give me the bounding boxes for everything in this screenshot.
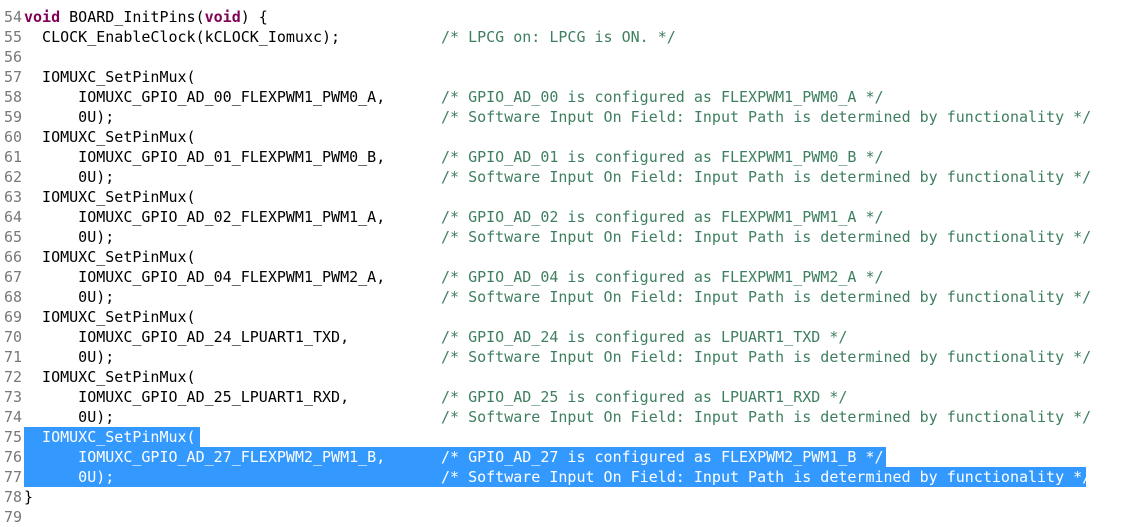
code-comment: /* Software Input On Field: Input Path i…	[441, 408, 1092, 426]
code-comment: /* GPIO_AD_00 is configured as FLEXPWM1_…	[441, 88, 884, 106]
line-number: 76	[3, 448, 22, 466]
code-text: CLOCK_EnableClock(kCLOCK_Iomuxc);	[24, 28, 341, 46]
code-line[interactable]: 68 0U); /* Software Input On Field: Input…	[0, 287, 1137, 307]
code-text: IOMUXC_GPIO_AD_00_FLEXPWM1_PWM0_A,	[24, 88, 386, 106]
code-text: 0U);	[24, 168, 115, 186]
line-number: 69	[3, 308, 22, 326]
line-number: 58	[3, 88, 22, 106]
code-line[interactable]: 78}	[0, 487, 1137, 507]
code-text: IOMUXC_SetPinMux(	[24, 128, 196, 146]
code-line[interactable]: 70 IOMUXC_GPIO_AD_24_LPUART1_TXD, /* GPIO…	[0, 327, 1137, 347]
code-comment: /* Software Input On Field: Input Path i…	[441, 108, 1092, 126]
code-line[interactable]: 72 IOMUXC_SetPinMux(	[0, 367, 1137, 387]
code-comment: /* GPIO_AD_02 is configured as FLEXPWM1_…	[441, 208, 884, 226]
code-text: IOMUXC_SetPinMux(	[24, 368, 196, 386]
code-line[interactable]: 54 void BOARD_InitPins(void) {	[0, 7, 1137, 27]
code-line[interactable]: 60 IOMUXC_SetPinMux(	[0, 127, 1137, 147]
line-number: 65	[3, 228, 22, 246]
code-text: IOMUXC_SetPinMux(	[24, 428, 196, 446]
line-number: 77	[3, 468, 22, 486]
code-comment: /* GPIO_AD_24 is configured as LPUART1_T…	[441, 328, 848, 346]
code-editor[interactable]: 54 void BOARD_InitPins(void) {55 CLOCK_En…	[0, 7, 1137, 527]
code-comment: /* Software Input On Field: Input Path i…	[441, 168, 1092, 186]
line-number: 55	[3, 28, 22, 46]
code-text: }	[24, 488, 34, 506]
code-line[interactable]: 59 0U); /* Software Input On Field: Input…	[0, 107, 1137, 127]
keyword: void	[24, 8, 61, 26]
line-number: 66	[3, 248, 22, 266]
keyword: void	[204, 8, 241, 26]
code-text: IOMUXC_GPIO_AD_25_LPUART1_RXD,	[24, 388, 350, 406]
line-number: 62	[3, 168, 22, 186]
code-text: IOMUXC_GPIO_AD_24_LPUART1_TXD,	[24, 328, 350, 346]
code-comment: /* GPIO_AD_25 is configured as LPUART1_R…	[441, 388, 848, 406]
code-line[interactable]: 55 CLOCK_EnableClock(kCLOCK_Iomuxc); /* L…	[0, 27, 1137, 47]
code-line[interactable]: 57 IOMUXC_SetPinMux(	[0, 67, 1137, 87]
line-number: 78	[3, 488, 22, 506]
code-text: 0U);	[24, 408, 115, 426]
code-line[interactable]: 69 IOMUXC_SetPinMux(	[0, 307, 1137, 327]
code-line[interactable]: 61 IOMUXC_GPIO_AD_01_FLEXPWM1_PWM0_B, /* …	[0, 147, 1137, 167]
code-text: IOMUXC_SetPinMux(	[24, 248, 196, 266]
code-text: 0U);	[24, 348, 115, 366]
line-number: 75	[3, 428, 22, 446]
line-number: 59	[3, 108, 22, 126]
code-comment: /* Software Input On Field: Input Path i…	[441, 468, 1092, 486]
line-number: 61	[3, 148, 22, 166]
line-number: 60	[3, 128, 22, 146]
code-text: 0U);	[24, 108, 115, 126]
code-comment: /* GPIO_AD_01 is configured as FLEXPWM1_…	[441, 148, 884, 166]
line-number: 67	[3, 268, 22, 286]
code-line[interactable]: 76 IOMUXC_GPIO_AD_27_FLEXPWM2_PWM1_B, /* …	[0, 447, 1137, 467]
line-number: 64	[3, 208, 22, 226]
code-line[interactable]: 77 0U); /* Software Input On Field: Input…	[0, 467, 1137, 487]
line-number: 56	[3, 48, 22, 66]
code-text: IOMUXC_GPIO_AD_04_FLEXPWM1_PWM2_A,	[24, 268, 386, 286]
code-comment: /* Software Input On Field: Input Path i…	[441, 288, 1092, 306]
code-line[interactable]: 62 0U); /* Software Input On Field: Input…	[0, 167, 1137, 187]
code-text: IOMUXC_SetPinMux(	[24, 308, 196, 326]
code-text: IOMUXC_GPIO_AD_02_FLEXPWM1_PWM1_A,	[24, 208, 386, 226]
line-number: 68	[3, 288, 22, 306]
code-comment: /* GPIO_AD_04 is configured as FLEXPWM1_…	[441, 268, 884, 286]
code-line[interactable]: 58 IOMUXC_GPIO_AD_00_FLEXPWM1_PWM0_A, /* …	[0, 87, 1137, 107]
code-line[interactable]: 74 0U); /* Software Input On Field: Input…	[0, 407, 1137, 427]
code-line[interactable]: 65 0U); /* Software Input On Field: Input…	[0, 227, 1137, 247]
code-line[interactable]: 73 IOMUXC_GPIO_AD_25_LPUART1_RXD, /* GPIO…	[0, 387, 1137, 407]
code-line[interactable]: 67 IOMUXC_GPIO_AD_04_FLEXPWM1_PWM2_A, /* …	[0, 267, 1137, 287]
code-comment: /* Software Input On Field: Input Path i…	[441, 348, 1092, 366]
code-text: IOMUXC_SetPinMux(	[24, 68, 196, 86]
code-text: 0U);	[24, 228, 115, 246]
code-text: 0U);	[24, 288, 115, 306]
code-fragment: BOARD_InitPins(	[60, 8, 205, 26]
code-line[interactable]: 66 IOMUXC_SetPinMux(	[0, 247, 1137, 267]
line-number: 54	[3, 8, 22, 26]
line-number: 71	[3, 348, 22, 366]
code-text: IOMUXC_SetPinMux(	[24, 188, 196, 206]
code-line[interactable]: 56	[0, 47, 1137, 67]
code-comment: /* Software Input On Field: Input Path i…	[441, 228, 1092, 246]
code-line[interactable]: 64 IOMUXC_GPIO_AD_02_FLEXPWM1_PWM1_A, /* …	[0, 207, 1137, 227]
code-fragment: ) {	[240, 8, 268, 26]
line-number: 70	[3, 328, 22, 346]
code-comment: /* GPIO_AD_27 is configured as FLEXPWM2_…	[441, 448, 884, 466]
code-line[interactable]: 63 IOMUXC_SetPinMux(	[0, 187, 1137, 207]
line-number: 63	[3, 188, 22, 206]
code-text: IOMUXC_GPIO_AD_27_FLEXPWM2_PWM1_B,	[24, 448, 386, 466]
code-text: IOMUXC_GPIO_AD_01_FLEXPWM1_PWM0_B,	[24, 148, 386, 166]
code-text: void BOARD_InitPins(void) {	[24, 7, 268, 27]
line-number: 72	[3, 368, 22, 386]
line-number: 57	[3, 68, 22, 86]
code-line[interactable]: 79	[0, 507, 1137, 527]
line-number: 74	[3, 408, 22, 426]
line-number: 79	[3, 508, 22, 526]
code-text: 0U);	[24, 468, 115, 486]
code-line[interactable]: 71 0U); /* Software Input On Field: Input…	[0, 347, 1137, 367]
code-line[interactable]: 75 IOMUXC_SetPinMux(	[0, 427, 1137, 447]
code-comment: /* LPCG on: LPCG is ON. */	[441, 28, 676, 46]
line-number: 73	[3, 388, 22, 406]
